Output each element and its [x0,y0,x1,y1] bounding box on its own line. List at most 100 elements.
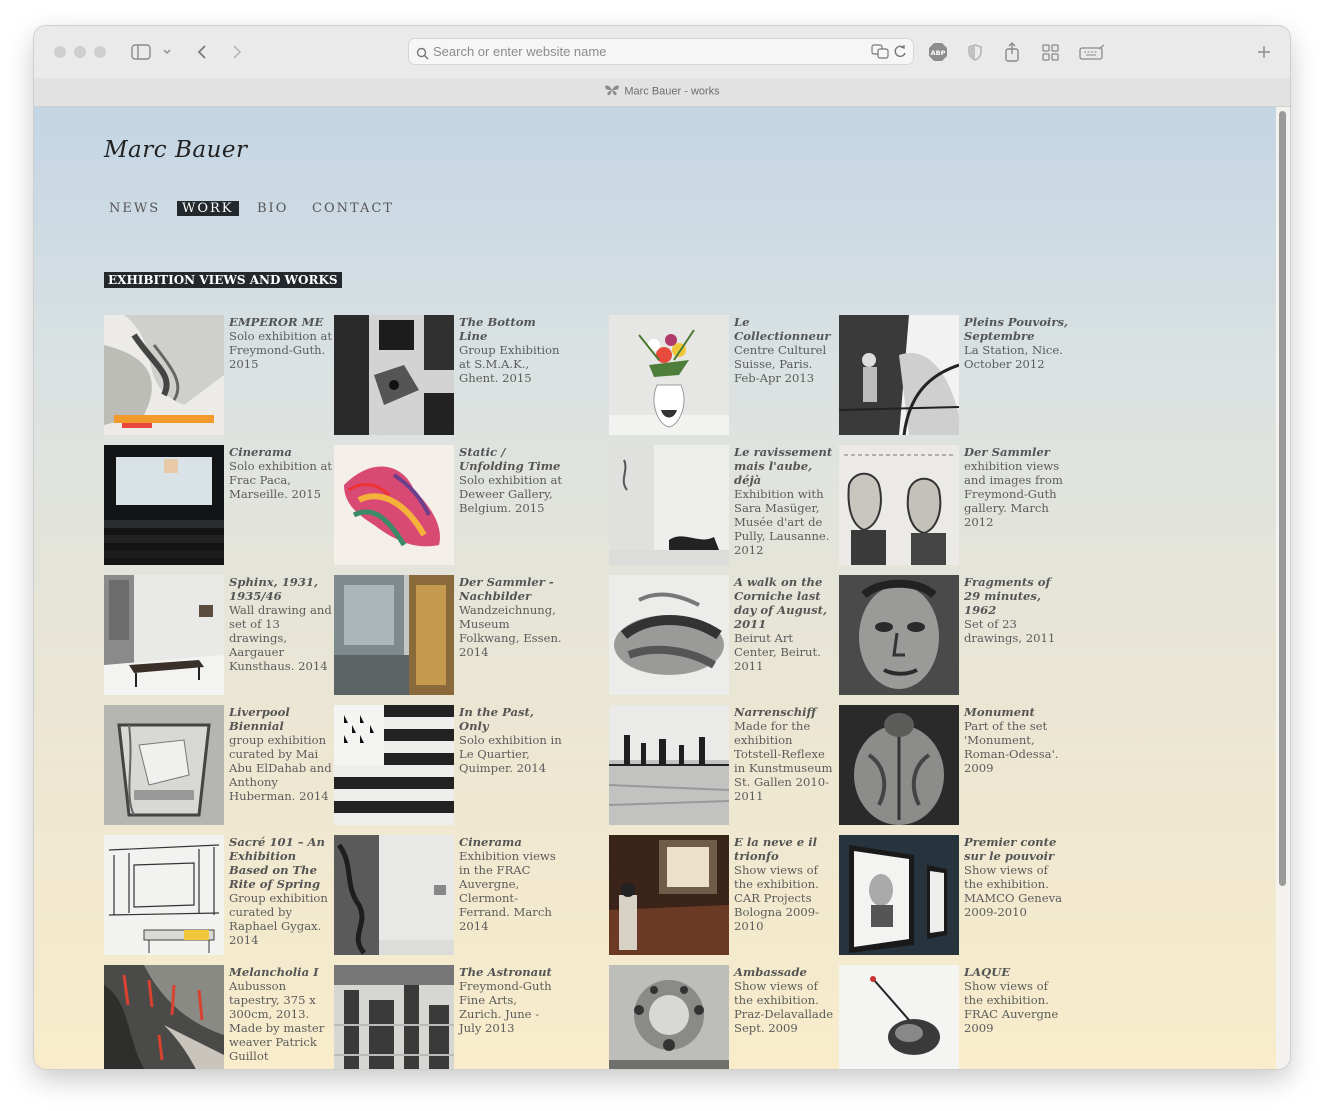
work-item[interactable]: The Astronaut Freymond-Guth Fine Arts, Zu… [334,965,564,1069]
sidebar-icon[interactable] [130,40,152,64]
work-title[interactable]: Static / Unfolding Time [459,445,563,473]
new-tab-icon[interactable] [1253,40,1275,64]
nav-contact[interactable]: CONTACT [312,201,394,216]
work-item[interactable]: Monument Part of the set 'Monument, Roman… [839,705,1069,825]
close-window-button[interactable] [54,46,66,58]
work-title[interactable]: Sacré 101 – An Exhibition Based on The R… [229,835,333,891]
work-item[interactable]: In the Past, Only Solo exhibition in Le Q… [334,705,564,825]
work-thumbnail[interactable] [104,705,224,825]
work-description: group exhibition curated by Mai Abu ElDa… [229,733,332,803]
work-item[interactable]: Melancholia I Aubusson tapestry, 375 x 30… [104,965,334,1069]
work-thumbnail[interactable] [334,705,454,825]
work-item[interactable]: Der Sammler exhibition views and images f… [839,445,1069,565]
work-title[interactable]: In the Past, Only [459,705,563,733]
work-thumbnail[interactable] [334,315,454,435]
work-thumbnail[interactable] [839,835,959,955]
work-thumbnail[interactable] [609,445,729,565]
work-thumbnail[interactable] [609,575,729,695]
nav-work[interactable]: WORK [177,201,239,216]
work-thumbnail[interactable] [104,445,224,565]
work-title[interactable]: A walk on the Corniche last day of Augus… [734,575,838,631]
work-item[interactable]: E la neve e il trionfo Show views of the … [609,835,839,955]
work-item[interactable]: Sacré 101 – An Exhibition Based on The R… [104,835,334,955]
work-item[interactable]: Le Collectionneur Centre Culturel Suisse,… [609,315,839,435]
work-thumbnail[interactable] [839,315,959,435]
work-title[interactable]: Fragments of 29 minutes, 1962 [964,575,1068,617]
site-logo[interactable]: Marc Bauer [104,137,247,163]
work-item[interactable]: Pleins Pouvoirs, Septembre La Station, Ni… [839,315,1069,435]
work-thumbnail[interactable] [839,575,959,695]
work-title[interactable]: Der Sammler - Nachbilder [459,575,563,603]
work-title[interactable]: Narrenschiff [734,705,838,719]
work-title[interactable]: Cinerama [459,835,563,849]
work-thumbnail[interactable] [334,965,454,1069]
nav-news[interactable]: NEWS [109,201,160,216]
adblock-plus-icon[interactable]: ABP [927,40,949,64]
scrollbar-thumb[interactable] [1279,111,1286,886]
chevron-down-icon[interactable] [160,40,174,64]
work-thumbnail[interactable] [334,835,454,955]
work-item[interactable]: The Bottom Line Group Exhibition at S.M.A… [334,315,564,435]
minimize-window-button[interactable] [74,46,86,58]
work-thumbnail[interactable] [609,965,729,1069]
work-title[interactable]: Le Collectionneur [734,315,838,343]
work-thumbnail[interactable] [609,705,729,825]
work-title[interactable]: Premier conte sur le pouvoir [964,835,1068,863]
work-thumbnail[interactable] [104,965,224,1069]
work-title[interactable]: The Bottom Line [459,315,563,343]
work-description: La Station, Nice. October 2012 [964,343,1063,371]
address-bar[interactable]: Search or enter website name [408,38,914,65]
work-item[interactable]: Premier conte sur le pouvoir Show views o… [839,835,1069,955]
shield-icon[interactable] [966,40,984,64]
work-item[interactable]: Der Sammler - Nachbilder Wandzeichnung, M… [334,575,564,695]
work-item[interactable]: Ambassade Show views of the exhibition. P… [609,965,839,1069]
work-thumbnail[interactable] [609,315,729,435]
zoom-window-button[interactable] [94,46,106,58]
work-item[interactable]: Sphinx, 1931, 1935/46 Wall drawing and se… [104,575,334,695]
keyboard-icon[interactable] [1078,40,1106,64]
work-title[interactable]: Pleins Pouvoirs, Septembre [964,315,1068,343]
work-thumbnail[interactable] [104,315,224,435]
work-item[interactable]: Liverpool Biennial group exhibition curat… [104,705,334,825]
work-thumbnail[interactable] [104,575,224,695]
translate-icon[interactable] [871,44,889,63]
work-thumbnail[interactable] [334,445,454,565]
work-title[interactable]: LAQUE [964,965,1068,979]
forward-icon[interactable] [227,40,247,64]
work-description: Group Exhibition at S.M.A.K., Ghent. 201… [459,343,560,385]
work-thumbnail[interactable] [609,835,729,955]
work-title[interactable]: Melancholia I [229,965,333,979]
work-item[interactable]: EMPEROR ME Solo exhibition at Freymond-Gu… [104,315,334,435]
back-icon[interactable] [192,40,212,64]
share-icon[interactable] [1003,40,1021,64]
work-item[interactable]: LAQUE Show views of the exhibition. FRAC … [839,965,1069,1069]
work-title[interactable]: Ambassade [734,965,838,979]
work-title[interactable]: Sphinx, 1931, 1935/46 [229,575,333,603]
work-item[interactable]: Narrenschiff Made for the exhibition Tots… [609,705,839,825]
work-thumbnail[interactable] [839,965,959,1069]
work-thumbnail[interactable] [104,835,224,955]
scrollbar[interactable] [1276,107,1290,1069]
work-item[interactable]: Static / Unfolding Time Solo exhibition a… [334,445,564,565]
work-thumbnail[interactable] [839,445,959,565]
work-title[interactable]: The Astronaut [459,965,563,979]
tab-overview-icon[interactable] [1040,40,1060,64]
active-tab[interactable]: Marc Bauer - works [34,84,1290,99]
work-caption: The Bottom Line Group Exhibition at S.M.A… [459,315,563,385]
work-title[interactable]: Le ravissement mais l'aube, déjà [734,445,838,487]
nav-bio[interactable]: BIO [257,201,288,216]
work-title[interactable]: Cinerama [229,445,333,459]
work-thumbnail[interactable] [334,575,454,695]
reload-icon[interactable] [893,44,907,63]
work-item[interactable]: Le ravissement mais l'aube, déjà Exhibiti… [609,445,839,565]
work-thumbnail[interactable] [839,705,959,825]
work-item[interactable]: Fragments of 29 minutes, 1962 Set of 23 d… [839,575,1069,695]
work-title[interactable]: Der Sammler [964,445,1068,459]
work-title[interactable]: Liverpool Biennial [229,705,333,733]
work-title[interactable]: E la neve e il trionfo [734,835,838,863]
work-item[interactable]: A walk on the Corniche last day of Augus… [609,575,839,695]
work-title[interactable]: EMPEROR ME [229,315,333,329]
work-title[interactable]: Monument [964,705,1068,719]
work-item[interactable]: Cinerama Solo exhibition at Frac Paca, Ma… [104,445,334,565]
work-item[interactable]: Cinerama Exhibition views in the FRAC Auv… [334,835,564,955]
